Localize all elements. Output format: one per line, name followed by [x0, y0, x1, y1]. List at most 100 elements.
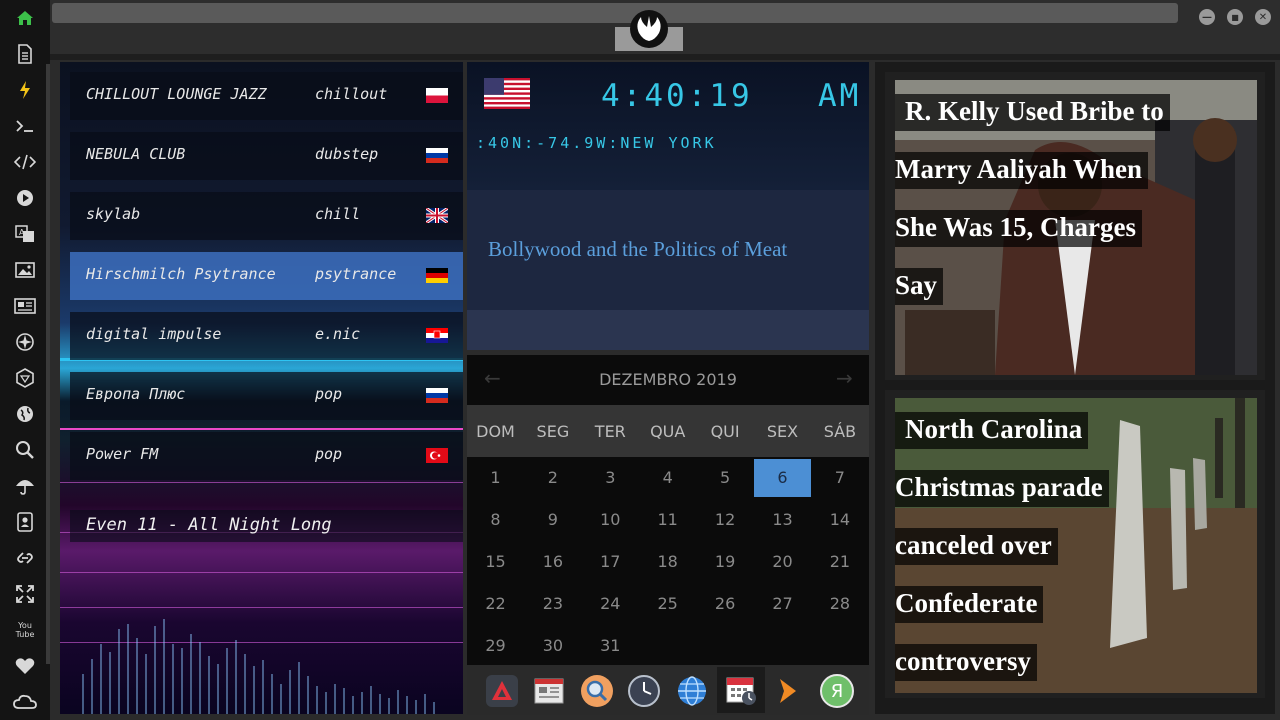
headline-link[interactable]: Bollywood and the Politics of Meat: [488, 237, 787, 262]
close-label: ✕: [1258, 11, 1268, 23]
translate-icon[interactable]: A: [13, 222, 37, 246]
image-icon[interactable]: [13, 258, 37, 282]
calendar-day[interactable]: 20: [754, 543, 811, 581]
calendar-day[interactable]: 23: [524, 585, 581, 623]
station-row[interactable]: Hirschmilch Psytrance psytrance: [70, 252, 463, 300]
home-icon[interactable]: [13, 6, 37, 30]
calendar-day[interactable]: 1: [467, 459, 524, 497]
visualizer-bar: [253, 666, 255, 714]
cloud-icon[interactable]: [13, 690, 37, 714]
code-icon[interactable]: [13, 150, 37, 174]
link-icon[interactable]: [13, 546, 37, 570]
visualizer-bar: [271, 674, 273, 714]
heart-icon[interactable]: [13, 654, 37, 678]
hexagon-icon[interactable]: [13, 366, 37, 390]
close-button[interactable]: ✕: [1255, 9, 1271, 25]
station-row[interactable]: CHILLOUT LOUNGE JAZZ chillout: [70, 72, 463, 120]
station-name: NEBULA CLUB: [86, 145, 186, 163]
news-headline-line: controversy: [895, 644, 1037, 681]
visualizer-bar: [334, 684, 336, 714]
calendar-day[interactable]: 9: [524, 501, 581, 539]
station-genre: psytrance: [315, 265, 397, 283]
calendar-day[interactable]: 24: [582, 585, 639, 623]
address-bar[interactable]: [52, 3, 1178, 23]
sidebar-scrollbar[interactable]: [46, 64, 50, 664]
calendar-day[interactable]: 25: [639, 585, 696, 623]
document-icon[interactable]: [13, 42, 37, 66]
contacts-icon[interactable]: [13, 510, 37, 534]
vivaldi-icon[interactable]: [482, 671, 522, 711]
calendar-day[interactable]: 15: [467, 543, 524, 581]
weekday-label: QUI: [710, 422, 740, 441]
search-icon[interactable]: [577, 671, 617, 711]
calendar-day[interactable]: 18: [639, 543, 696, 581]
visualizer-bar: [352, 696, 354, 714]
calendar-day[interactable]: 16: [524, 543, 581, 581]
calendar-news-icon[interactable]: [529, 671, 569, 711]
visualizer-bar: [325, 692, 327, 714]
rebel-alliance-logo[interactable]: [630, 10, 668, 48]
maximize-button[interactable]: ■: [1227, 9, 1243, 25]
station-row[interactable]: skylab chill: [70, 192, 463, 240]
calendar-day[interactable]: 28: [811, 585, 868, 623]
youtube-icon[interactable]: You Tube: [13, 618, 37, 642]
calendar-month-title: DEZEMBRO 2019: [599, 370, 737, 389]
visualizer-bar: [316, 686, 318, 714]
calendar-day[interactable]: 21: [811, 543, 868, 581]
calendar-day[interactable]: 19: [697, 543, 754, 581]
minimize-button[interactable]: —: [1199, 9, 1215, 25]
umbrella-icon[interactable]: [13, 474, 37, 498]
calendar-day[interactable]: 11: [639, 501, 696, 539]
search-icon[interactable]: [13, 438, 37, 462]
visualizer-bar: [388, 698, 390, 714]
calendar-day[interactable]: 10: [582, 501, 639, 539]
terminal-icon[interactable]: [13, 114, 37, 138]
visualizer-bar: [235, 640, 237, 714]
station-row[interactable]: Power FM pop: [70, 432, 463, 480]
lightning-icon[interactable]: [13, 78, 37, 102]
calendar-day[interactable]: 7: [811, 459, 868, 497]
germany-flag-icon: [426, 268, 448, 283]
calendar-day-today[interactable]: 6: [754, 459, 811, 497]
calendar-day[interactable]: 17: [582, 543, 639, 581]
station-row[interactable]: NEBULA CLUB dubstep: [70, 132, 463, 180]
globe-icon[interactable]: [13, 402, 37, 426]
calendar-day[interactable]: 3: [582, 459, 639, 497]
visualizer-bar: [379, 694, 381, 714]
calendar-day[interactable]: 2: [524, 459, 581, 497]
calendar-day[interactable]: 13: [754, 501, 811, 539]
calendar-day[interactable]: 27: [754, 585, 811, 623]
play-icon[interactable]: [13, 186, 37, 210]
calendar-day[interactable]: 29: [467, 627, 524, 665]
calendar-day[interactable]: 4: [639, 459, 696, 497]
calendar-day[interactable]: 22: [467, 585, 524, 623]
sidebar: A You Tube: [0, 0, 50, 720]
calendar-day[interactable]: 31: [582, 627, 639, 665]
rebel-alliance-icon[interactable]: [13, 330, 37, 354]
news-headline-line: Say: [895, 268, 944, 305]
visualizer-bar: [370, 686, 372, 714]
calendar-day[interactable]: 12: [697, 501, 754, 539]
visualizer-bar: [181, 648, 183, 714]
clock-icon[interactable]: [624, 671, 664, 711]
news-headline-line: Christmas parade: [895, 470, 1109, 507]
calendar-day[interactable]: 14: [811, 501, 868, 539]
yandex-icon[interactable]: Я: [817, 671, 857, 711]
fullscreen-icon[interactable]: [13, 582, 37, 606]
calendar-day[interactable]: 26: [697, 585, 754, 623]
calendar-day[interactable]: 5: [697, 459, 754, 497]
calendar-day[interactable]: 8: [467, 501, 524, 539]
calendar-icon[interactable]: [717, 667, 765, 713]
globe-icon[interactable]: [672, 671, 712, 711]
calendar-day[interactable]: 30: [524, 627, 581, 665]
poland-flag-icon: [426, 88, 448, 103]
weekday-label: TER: [594, 422, 626, 441]
visualizer-bar: [307, 676, 309, 714]
station-row[interactable]: Европа Плюс pop: [70, 372, 463, 420]
turkey-flag-icon: [426, 448, 448, 463]
news-headline-line: North Carolina: [895, 412, 1089, 449]
visualizer-bar: [262, 660, 264, 714]
news-icon[interactable]: [13, 294, 37, 318]
station-row[interactable]: digital impulse e.nic: [70, 312, 463, 360]
arrow-icon[interactable]: [768, 671, 808, 711]
